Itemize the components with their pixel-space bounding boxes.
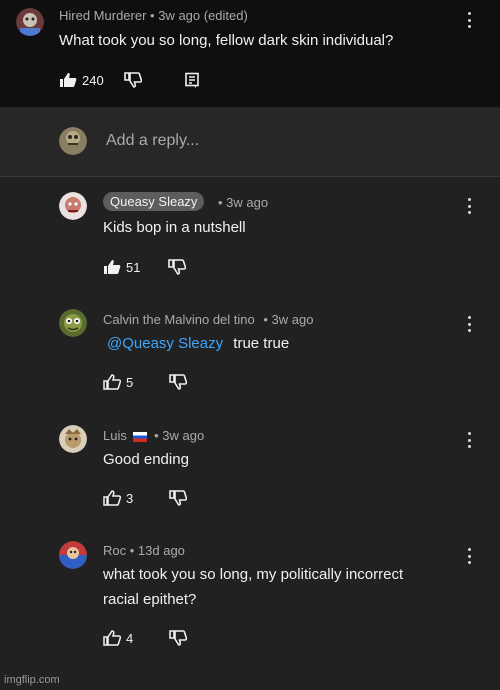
comment-actions: 240	[59, 70, 200, 90]
comment-meta: Luis • 3w ago	[103, 428, 204, 443]
comment-actions: 51	[103, 257, 187, 277]
top-comment: Hired Murderer • 3w ago (edited) What to…	[0, 0, 500, 107]
like-outline-icon[interactable]	[103, 630, 121, 646]
dislike-icon[interactable]	[169, 630, 188, 646]
timestamp: • 3w ago	[218, 195, 269, 210]
comment-meta: Roc • 13d ago	[103, 543, 185, 558]
timestamp: • 3w ago (edited)	[150, 8, 248, 23]
mention-link[interactable]: @Queasy Sleazy	[107, 335, 223, 352]
author-name[interactable]: Calvin the Malvino del tino	[103, 312, 255, 327]
more-icon[interactable]	[466, 198, 472, 214]
comment-text-line-2: racial epithet?	[103, 591, 197, 608]
avatar[interactable]	[59, 425, 87, 453]
avatar[interactable]	[16, 8, 44, 36]
like-count: 3	[126, 490, 134, 506]
comment-actions: 4	[103, 628, 188, 648]
more-icon[interactable]	[466, 548, 472, 564]
dislike-icon[interactable]	[168, 259, 187, 275]
avatar[interactable]	[59, 541, 87, 569]
comment-text: What took you so long, fellow dark skin …	[59, 32, 394, 49]
like-count: 240	[82, 72, 104, 88]
comment-text: Kids bop in a nutshell	[103, 219, 246, 236]
author-name[interactable]: Queasy Sleazy	[103, 192, 205, 211]
more-icon[interactable]	[466, 12, 472, 28]
reply-icon[interactable]	[184, 72, 200, 88]
reply-input[interactable]: Add a reply...	[106, 132, 199, 150]
like-outline-icon[interactable]	[103, 374, 121, 390]
like-count: 4	[126, 630, 134, 646]
author-name[interactable]: Hired Murderer	[59, 8, 146, 23]
comment-meta: Hired Murderer • 3w ago (edited)	[59, 8, 248, 23]
comment-text: Good ending	[103, 451, 189, 468]
like-outline-icon[interactable]	[103, 490, 121, 506]
comment-text-line-1: what took you so long, my politically in…	[103, 566, 404, 583]
like-count: 5	[126, 374, 134, 390]
flag-icon	[133, 431, 148, 442]
more-icon[interactable]	[466, 432, 472, 448]
dislike-icon[interactable]	[169, 490, 188, 506]
more-icon[interactable]	[466, 316, 472, 332]
dislike-icon[interactable]	[123, 72, 142, 88]
author-name[interactable]: Roc	[103, 543, 126, 558]
timestamp: • 3w ago	[263, 312, 314, 327]
divider	[0, 176, 500, 177]
author-name[interactable]: Luis	[103, 428, 127, 443]
timestamp: • 13d ago	[129, 543, 185, 558]
dislike-icon[interactable]	[169, 374, 188, 390]
like-count: 51	[126, 259, 141, 275]
like-filled-icon[interactable]	[59, 72, 77, 88]
timestamp: • 3w ago	[154, 428, 205, 443]
avatar[interactable]	[59, 309, 87, 337]
avatar[interactable]	[59, 192, 87, 220]
comment-meta: Calvin the Malvino del tino • 3w ago	[103, 312, 313, 327]
avatar	[59, 127, 87, 155]
comment-body: true true	[233, 335, 290, 352]
like-filled-icon[interactable]	[103, 259, 121, 275]
comment-text: @Queasy Sleazy true true	[107, 335, 289, 352]
comment-actions: 3	[103, 488, 188, 508]
comment-actions: 5	[103, 372, 188, 392]
watermark: imgflip.com	[4, 674, 60, 686]
